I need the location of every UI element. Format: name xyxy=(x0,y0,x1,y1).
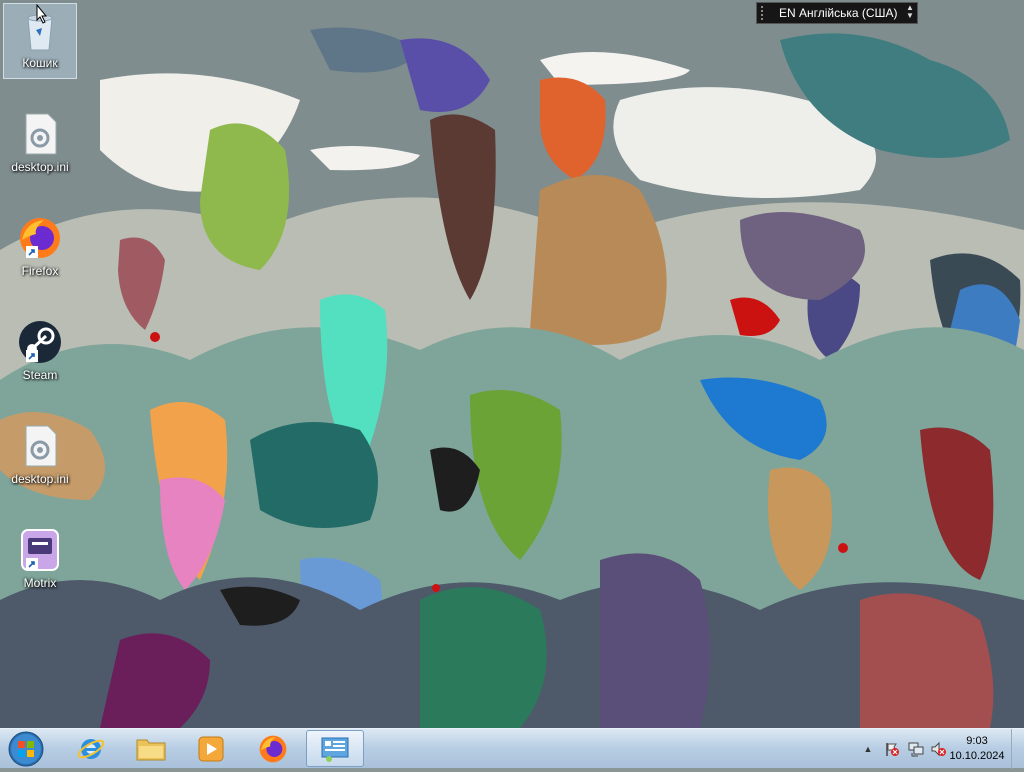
show-hidden-icons-icon[interactable]: ▲ xyxy=(860,741,876,757)
shortcut-arrow-icon xyxy=(26,350,38,362)
start-button[interactable] xyxy=(4,729,48,769)
taskbar-internet-explorer[interactable] xyxy=(62,730,120,767)
desktop-wallpaper xyxy=(0,0,1024,728)
desktop-icon-label: desktop.ini xyxy=(11,472,69,486)
folder-icon xyxy=(136,739,166,760)
firefox-icon xyxy=(16,214,64,262)
language-indicator[interactable]: EN Англійська (США) xyxy=(779,6,903,20)
clock[interactable]: 9:03 10.10.2024 xyxy=(942,734,1012,764)
show-desktop-button[interactable] xyxy=(1011,729,1024,769)
ie-icon xyxy=(77,738,105,759)
desktop-icon-desktop-ini-2[interactable]: desktop.ini xyxy=(4,420,76,494)
taskbar-file-explorer[interactable] xyxy=(122,730,180,767)
desktop-icon-label: Firefox xyxy=(21,264,59,278)
language-bar[interactable]: EN Англійська (США) ▲ ▼ xyxy=(756,2,918,24)
media-player-icon xyxy=(198,736,224,761)
desktop-icon-label: desktop.ini xyxy=(11,160,69,174)
taskbar-control-panel[interactable] xyxy=(306,730,364,767)
language-options-icon[interactable]: ▲ ▼ xyxy=(903,4,917,22)
settings-file-icon xyxy=(16,110,64,158)
desktop-icon-motrix[interactable]: Motrix xyxy=(4,524,76,598)
settings-file-icon xyxy=(16,422,64,470)
desktop-icon-desktop-ini-1[interactable]: desktop.ini xyxy=(4,108,76,182)
clock-time: 9:03 xyxy=(966,735,988,747)
control-panel-icon xyxy=(321,737,349,762)
shortcut-arrow-icon xyxy=(26,246,38,258)
motrix-icon xyxy=(16,526,64,574)
firefox-icon xyxy=(259,735,287,762)
desktop-icon-label: Steam xyxy=(22,368,58,382)
network-icon[interactable] xyxy=(908,741,924,757)
windows-logo-icon xyxy=(8,731,44,767)
action-center-flag-icon[interactable] xyxy=(884,741,900,757)
desktop-icon-label: Motrix xyxy=(23,576,57,590)
clock-date: 10.10.2024 xyxy=(949,750,1005,762)
desktop-icon-firefox[interactable]: Firefox xyxy=(4,212,76,286)
taskbar-media-player[interactable] xyxy=(182,730,240,767)
system-tray: ▲ 9:03 10.10.2024 xyxy=(824,729,1024,769)
taskbar-firefox[interactable] xyxy=(244,730,302,767)
taskbar: ▲ 9:03 10.10.2024 xyxy=(0,728,1024,769)
mouse-cursor-icon xyxy=(36,4,48,24)
shortcut-arrow-icon xyxy=(26,558,38,570)
steam-icon xyxy=(16,318,64,366)
desktop-icon-steam[interactable]: Steam xyxy=(4,316,76,390)
desktop-icon-label: Кошик xyxy=(22,56,58,70)
grip-handle-icon[interactable] xyxy=(761,6,771,20)
